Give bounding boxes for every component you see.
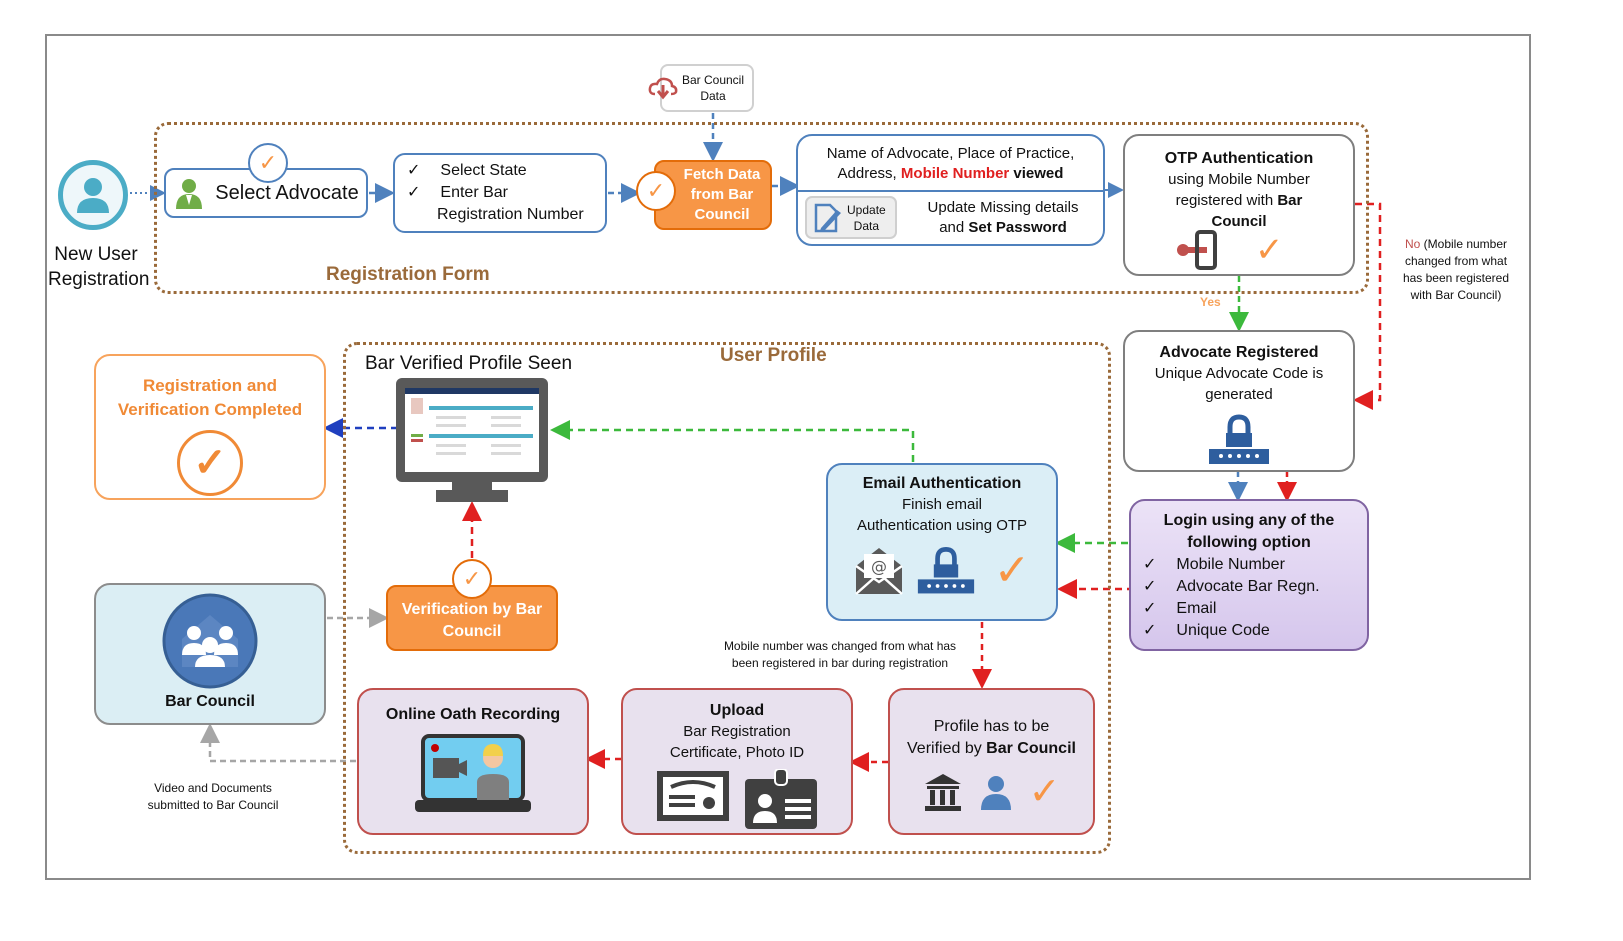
email-check-icon: ✓	[993, 545, 1031, 595]
select-advocate-label: Select Advocate	[215, 181, 359, 204]
bar-council-data-node[interactable]: Bar Council Data	[648, 64, 754, 112]
courthouse-icon	[924, 774, 961, 811]
select-advocate-check-icon: ✓	[248, 143, 288, 183]
yes-label: Yes	[1200, 295, 1221, 309]
no-label: No (Mobile number changed from what has …	[1402, 237, 1510, 302]
svg-text:@: @	[871, 557, 887, 576]
profile-verify-node[interactable]: Profile has to be Verified by Bar Counci…	[888, 688, 1095, 835]
cloud-download-icon	[648, 77, 678, 100]
profile-monitor-icon[interactable]	[396, 378, 548, 504]
checklist-item: Registration Number	[437, 206, 584, 223]
video-call-icon	[415, 734, 531, 812]
state-registration-node[interactable]: ✓ Select State ✓ Enter Bar Registration Nu…	[393, 153, 607, 233]
advocate-details-node[interactable]: Name of Advocate, Place of Practice, Add…	[796, 134, 1105, 246]
checklist-item: ✓ Enter Bar	[407, 184, 508, 201]
bar-council-node[interactable]: Bar Council	[94, 583, 326, 725]
update-data-button[interactable]: Update Data	[805, 196, 897, 239]
profile-verify-check-icon: ✓	[1028, 771, 1061, 813]
person-icon	[980, 776, 1011, 810]
bar-council-group-icon	[162, 593, 258, 689]
state-checklist: ✓ Select State ✓ Enter Bar Registration Nu…	[407, 160, 584, 226]
new-user-avatar[interactable]	[58, 160, 128, 230]
login-options-node[interactable]: Login using any of the following option …	[1129, 499, 1369, 651]
login-options-list: ✓ Mobile Number ✓ Advocate Bar Regn. ✓ Emai…	[1143, 554, 1367, 642]
upload-documents-node[interactable]: Upload Bar Registration Certificate, Pho…	[621, 688, 853, 835]
details-viewed-text: Name of Advocate, Place of Practice, Add…	[826, 145, 1075, 182]
login-option[interactable]: ✓ Advocate Bar Regn.	[1143, 576, 1367, 598]
login-option[interactable]: ✓ Unique Code	[1143, 620, 1367, 642]
new-user-label: New User Registration	[48, 244, 150, 290]
login-option[interactable]: ✓ Mobile Number	[1143, 554, 1367, 576]
completed-check-icon: ✓	[177, 430, 243, 496]
edit-document-icon	[814, 203, 841, 232]
online-oath-node[interactable]: Online Oath Recording	[357, 688, 589, 835]
user-profile-title: User Profile	[720, 345, 827, 366]
email-authentication-node[interactable]: Email Authentication Finish email Authen…	[826, 463, 1058, 621]
registration-form-title: Registration Form	[326, 264, 490, 285]
advocate-icon	[176, 179, 203, 209]
video-docs-note: Video and Documents submitted to Bar Cou…	[147, 781, 279, 812]
bar-verified-profile-label: Bar Verified Profile Seen	[365, 353, 573, 374]
otp-check-icon: ✓	[1255, 230, 1284, 269]
mobile-key-icon	[1177, 230, 1217, 270]
password-lock-icon	[1209, 414, 1269, 464]
login-option[interactable]: ✓ Email	[1143, 598, 1367, 620]
otp-authentication-node[interactable]: OTP Authentication using Mobile Number r…	[1123, 134, 1355, 276]
checklist-item: ✓ Select State	[407, 162, 527, 179]
verification-check-icon: ✓	[452, 559, 492, 599]
fetch-data-check-icon: ✓	[636, 171, 676, 211]
mobile-changed-note: Mobile number was changed from what has …	[723, 639, 957, 670]
certificate-icon	[657, 771, 729, 821]
update-missing-text: Update Missing details and Set Password	[927, 199, 1079, 236]
user-icon	[77, 178, 109, 213]
registration-completed-node[interactable]: Registration and Verification Completed …	[94, 354, 326, 500]
password-lock-icon	[917, 547, 974, 594]
email-icon: @	[854, 548, 903, 595]
details-divider	[798, 190, 1103, 192]
advocate-registered-node[interactable]: Advocate Registered Unique Advocate Code…	[1123, 330, 1355, 472]
photo-id-icon	[745, 769, 817, 829]
